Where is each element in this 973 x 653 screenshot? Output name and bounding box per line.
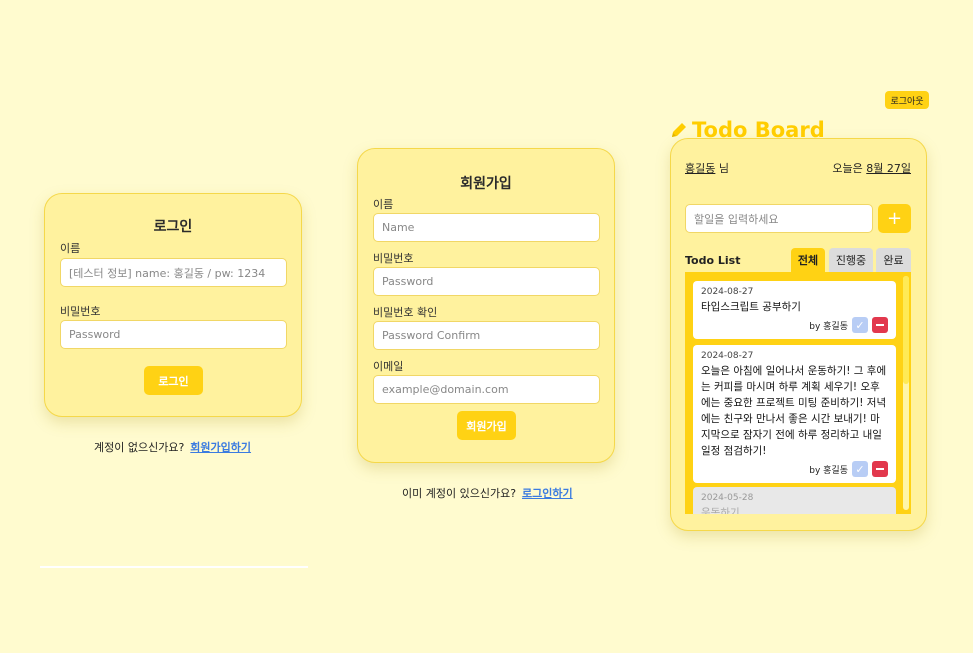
signup-card: 회원가입 이름 Name 비밀번호 Password 비밀번호 확인 Passw… [357,148,615,463]
login-footer-text: 계정이 없으신가요? [94,441,185,454]
signup-link[interactable]: 회원가입하기 [190,441,251,454]
login-button[interactable]: 로그인 [144,366,203,395]
todo-date: 2024-08-27 [701,351,754,361]
todo-meta: by 홍길동 ✓ [701,461,888,477]
user-name: 홍길동 [685,162,716,175]
todo-text: 오늘은 아침에 일어나서 운동하기! 그 후에는 커피를 마시며 하루 계획 세… [701,365,887,457]
todo-date: 2024-08-27 [701,287,754,297]
signup-password-label: 비밀번호 [373,252,414,265]
tab-all[interactable]: 전체 [791,248,825,272]
date-prefix: 오늘은 [832,162,863,175]
todo-item-done: 2024-05-28 운동하기 [693,487,896,514]
signup-email-input[interactable]: example@domain.com [373,375,600,404]
login-title: 로그인 [153,219,193,235]
signup-email-label: 이메일 [373,360,404,373]
scrollbar-thumb[interactable] [903,276,909,384]
todo-author: by 홍길동 [809,465,848,476]
login-name-label: 이름 [60,242,81,255]
signup-name-input[interactable]: Name [373,213,600,242]
today-date: 오늘은 8월 27일 [832,160,911,176]
signup-password-input[interactable]: Password [373,267,600,296]
signup-footer: 이미 계정이 있으신가요? 로그인하기 [402,485,573,501]
signup-footer-text: 이미 계정이 있으신가요? [402,487,517,500]
todo-author: by 홍길동 [809,321,848,332]
todo-item: 2024-08-27 오늘은 아침에 일어나서 운동하기! 그 후에는 커피를 … [693,345,896,483]
login-name-input[interactable]: [테스터 정보] name: 홍길동 / pw: 1234 [60,258,287,287]
todo-list-title: Todo List [685,254,741,267]
check-icon[interactable]: ✓ [852,461,868,477]
user-suffix: 님 [718,162,729,175]
login-footer: 계정이 없으신가요? 회원가입하기 [94,439,251,455]
todo-input[interactable]: 할일을 입력하세요 [685,204,873,233]
signup-button[interactable]: 회원가입 [457,411,516,440]
login-password-label: 비밀번호 [60,305,101,318]
todo-text: 운동하기 [701,507,740,514]
todo-meta: by 홍길동 ✓ [701,317,888,333]
delete-icon[interactable] [872,317,888,333]
todo-date: 2024-05-28 [701,493,754,503]
todo-list: 2024-08-27 타입스크립트 공부하기 by 홍길동 ✓ 2024-08-… [685,272,911,514]
signup-title: 회원가입 [460,176,512,192]
add-todo-button[interactable]: + [878,204,911,233]
todo-item: 2024-08-27 타입스크립트 공부하기 by 홍길동 ✓ [693,281,896,339]
todo-board-title: Todo Board [670,118,825,142]
todo-board-title-text: Todo Board [692,118,825,142]
logout-button[interactable]: 로그아웃 [885,91,929,109]
tab-in-progress[interactable]: 진행중 [829,248,873,272]
login-link[interactable]: 로그인하기 [522,487,573,500]
check-icon[interactable]: ✓ [852,317,868,333]
login-password-input[interactable]: Password [60,320,287,349]
divider [40,566,308,568]
tab-done[interactable]: 완료 [876,248,911,272]
pencil-icon [672,123,686,137]
signup-confirm-label: 비밀번호 확인 [373,306,438,319]
signup-confirm-input[interactable]: Password Confirm [373,321,600,350]
delete-icon[interactable] [872,461,888,477]
todo-text: 타입스크립트 공부하기 [701,301,801,313]
date-value: 8월 27일 [866,162,911,175]
login-card: 로그인 이름 [테스터 정보] name: 홍길동 / pw: 1234 비밀번… [44,193,302,417]
signup-name-label: 이름 [373,198,394,211]
user-greeting: 홍길동 님 [685,160,729,176]
